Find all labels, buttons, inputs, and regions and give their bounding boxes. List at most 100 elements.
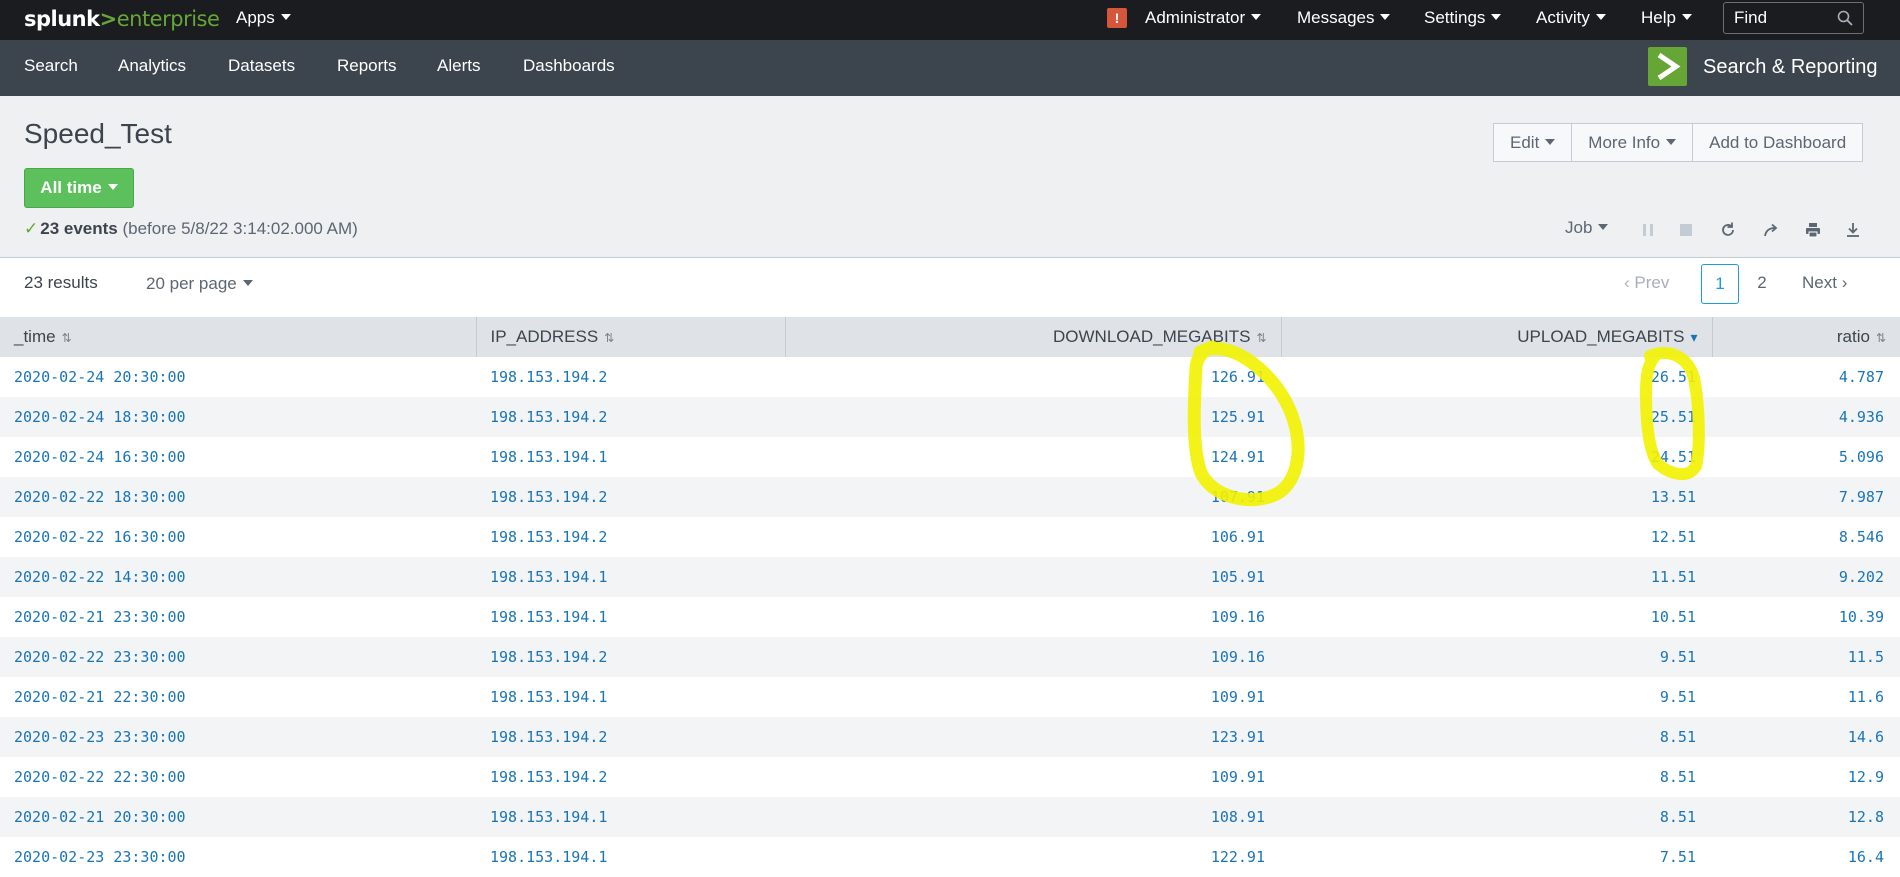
cell-download-megabits[interactable]: 109.91 [785,677,1281,717]
export-icon[interactable] [1844,221,1862,239]
search-icon[interactable] [1837,10,1853,26]
cell-upload-megabits[interactable]: 25.51 [1281,397,1712,437]
time-range-picker[interactable]: All time [24,168,134,208]
alert-icon[interactable]: ! [1107,8,1127,28]
cell-ip-address[interactable]: 198.153.194.2 [476,357,785,397]
cell-download-megabits[interactable]: 109.91 [785,757,1281,797]
cell-upload-megabits[interactable]: 8.51 [1281,797,1712,837]
splunk-logo[interactable]: splunk>enterprise [24,7,220,31]
cell-download-megabits[interactable]: 106.91 [785,517,1281,557]
user-menu[interactable]: Administrator [1145,0,1261,40]
find-box[interactable] [1723,2,1864,34]
column-header-ip-address[interactable]: IP_ADDRESS [476,317,786,357]
edit-button[interactable]: Edit [1493,123,1573,162]
cell-download-megabits[interactable]: 105.91 [785,557,1281,597]
cell-time[interactable]: 2020-02-22 18:30:00 [0,477,476,517]
apps-menu[interactable]: Apps [236,0,291,40]
cell-download-megabits[interactable]: 109.16 [785,637,1281,677]
page-2-button[interactable]: 2 [1752,264,1772,304]
cell-upload-megabits[interactable]: 12.51 [1281,517,1712,557]
cell-ratio[interactable]: 11.5 [1712,637,1900,677]
cell-download-megabits[interactable]: 108.91 [785,797,1281,837]
cell-time[interactable]: 2020-02-24 18:30:00 [0,397,476,437]
cell-ratio[interactable]: 14.6 [1712,717,1900,757]
cell-ip-address[interactable]: 198.153.194.1 [476,557,785,597]
cell-ip-address[interactable]: 198.153.194.2 [476,637,785,677]
cell-ratio[interactable]: 12.9 [1712,757,1900,797]
cell-download-megabits[interactable]: 123.91 [785,717,1281,757]
cell-ratio[interactable]: 9.202 [1712,557,1900,597]
cell-ratio[interactable]: 16.4 [1712,837,1900,877]
cell-download-megabits[interactable]: 125.91 [785,397,1281,437]
cell-upload-megabits[interactable]: 13.51 [1281,477,1712,517]
cell-time[interactable]: 2020-02-23 23:30:00 [0,717,476,757]
cell-time[interactable]: 2020-02-21 20:30:00 [0,797,476,837]
stop-icon[interactable] [1677,221,1695,239]
page-1-button[interactable]: 1 [1701,264,1739,304]
cell-time[interactable]: 2020-02-22 23:30:00 [0,637,476,677]
job-menu[interactable]: Job [1565,218,1608,238]
cell-ratio[interactable]: 10.39 [1712,597,1900,637]
cell-ip-address[interactable]: 198.153.194.1 [476,677,785,717]
nav-reports[interactable]: Reports [337,40,397,96]
cell-ip-address[interactable]: 198.153.194.2 [476,477,785,517]
activity-menu[interactable]: Activity [1536,0,1606,40]
cell-ratio[interactable]: 5.096 [1712,437,1900,477]
cell-ip-address[interactable]: 198.153.194.1 [476,797,785,837]
cell-ratio[interactable]: 7.987 [1712,477,1900,517]
messages-menu[interactable]: Messages [1297,0,1390,40]
cell-time[interactable]: 2020-02-23 23:30:00 [0,837,476,877]
cell-ip-address[interactable]: 198.153.194.2 [476,397,785,437]
cell-ratio[interactable]: 12.8 [1712,797,1900,837]
cell-upload-megabits[interactable]: 26.51 [1281,357,1712,397]
column-header-ratio[interactable]: ratio [1712,317,1900,357]
cell-download-megabits[interactable]: 124.91 [785,437,1281,477]
cell-upload-megabits[interactable]: 11.51 [1281,557,1712,597]
reload-icon[interactable] [1719,221,1737,239]
cell-upload-megabits[interactable]: 8.51 [1281,717,1712,757]
cell-ratio[interactable]: 4.936 [1712,397,1900,437]
cell-ip-address[interactable]: 198.153.194.1 [476,597,785,637]
cell-upload-megabits[interactable]: 10.51 [1281,597,1712,637]
cell-download-megabits[interactable]: 126.91 [785,357,1281,397]
search-app-icon[interactable] [1648,47,1687,86]
cell-upload-megabits[interactable]: 9.51 [1281,677,1712,717]
cell-upload-megabits[interactable]: 8.51 [1281,757,1712,797]
cell-ratio[interactable]: 11.6 [1712,677,1900,717]
cell-upload-megabits[interactable]: 7.51 [1281,837,1712,877]
help-menu[interactable]: Help [1641,0,1692,40]
column-header-download-megabits[interactable]: DOWNLOAD_MEGABITS [785,317,1282,357]
cell-time[interactable]: 2020-02-22 14:30:00 [0,557,476,597]
print-icon[interactable] [1804,221,1822,239]
share-icon[interactable] [1762,221,1780,239]
column-header-upload-megabits[interactable]: UPLOAD_MEGABITS [1281,317,1713,357]
cell-time[interactable]: 2020-02-21 23:30:00 [0,597,476,637]
cell-download-megabits[interactable]: 109.16 [785,597,1281,637]
cell-ip-address[interactable]: 198.153.194.1 [476,837,785,877]
cell-time[interactable]: 2020-02-22 16:30:00 [0,517,476,557]
cell-ip-address[interactable]: 198.153.194.2 [476,757,785,797]
cell-download-megabits[interactable]: 122.91 [785,837,1281,877]
cell-upload-megabits[interactable]: 9.51 [1281,637,1712,677]
add-to-dashboard-button[interactable]: Add to Dashboard [1693,123,1864,162]
cell-ratio[interactable]: 8.546 [1712,517,1900,557]
cell-ip-address[interactable]: 198.153.194.2 [476,517,785,557]
nav-datasets[interactable]: Datasets [228,40,295,96]
cell-ip-address[interactable]: 198.153.194.1 [476,437,785,477]
cell-upload-megabits[interactable]: 24.51 [1281,437,1712,477]
cell-time[interactable]: 2020-02-22 22:30:00 [0,757,476,797]
find-input[interactable] [1724,3,1844,33]
column-header-time[interactable]: _time [0,317,477,357]
cell-time[interactable]: 2020-02-24 16:30:00 [0,437,476,477]
settings-menu[interactable]: Settings [1424,0,1501,40]
nav-dashboards[interactable]: Dashboards [523,40,615,96]
cell-download-megabits[interactable]: 107.91 [785,477,1281,517]
events-count[interactable]: 23 events [40,219,118,238]
cell-time[interactable]: 2020-02-24 20:30:00 [0,357,476,397]
cell-ip-address[interactable]: 198.153.194.2 [476,717,785,757]
app-name[interactable]: Search & Reporting [1703,40,1878,96]
pagination-prev[interactable]: ‹ Prev [1624,264,1669,304]
nav-alerts[interactable]: Alerts [437,40,480,96]
per-page-selector[interactable]: 20 per page [146,274,253,294]
more-info-button[interactable]: More Info [1572,123,1694,162]
